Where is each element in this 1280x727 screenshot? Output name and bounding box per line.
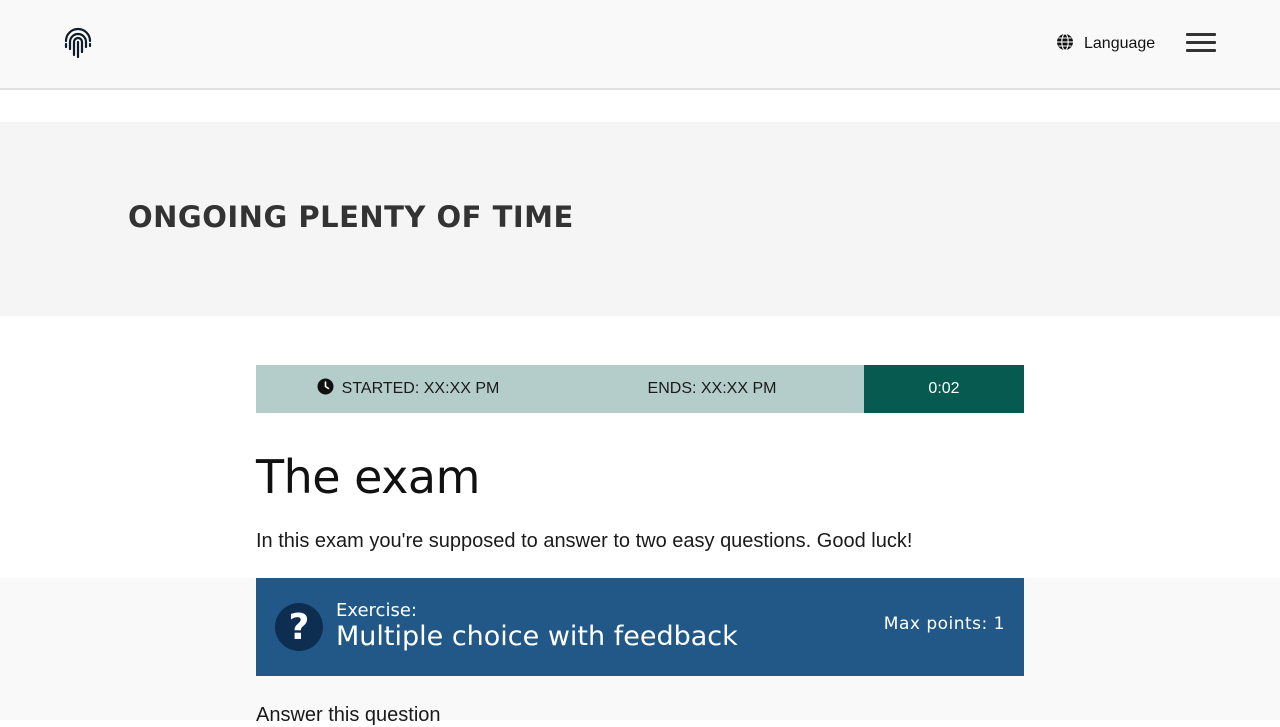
page-title: ONGOING PLENTY OF TIME <box>128 200 574 234</box>
globe-icon <box>1056 32 1074 56</box>
started-time: STARTED: XX:XX PM <box>256 378 560 400</box>
clock-icon <box>317 378 334 400</box>
countdown-timer: 0:02 <box>864 365 1024 413</box>
exam-title: The exam <box>256 450 480 504</box>
exam-description: In this exam you're supposed to answer t… <box>256 530 913 552</box>
fingerprint-icon[interactable] <box>62 27 94 59</box>
timer-info: STARTED: XX:XX PM ENDS: XX:XX PM <box>256 365 864 413</box>
ends-time: ENDS: XX:XX PM <box>647 380 777 397</box>
language-selector[interactable]: Language <box>1056 32 1155 56</box>
exam-timer-bar: STARTED: XX:XX PM ENDS: XX:XX PM 0:02 <box>256 365 1024 413</box>
started-label: STARTED: XX:XX PM <box>341 380 500 397</box>
top-navbar: Language <box>0 0 1280 90</box>
hamburger-menu-icon[interactable] <box>1186 33 1216 53</box>
exercise-header: ? Exercise: Multiple choice with feedbac… <box>256 578 1024 676</box>
exercise-label: Exercise: <box>336 600 417 621</box>
max-points: Max points: 1 <box>883 614 1005 634</box>
question-prompt: Answer this question <box>256 704 441 726</box>
language-label: Language <box>1084 35 1156 52</box>
question-mark-icon: ? <box>275 603 323 651</box>
exercise-name: Multiple choice with feedback <box>336 621 738 652</box>
hero-banner: ONGOING PLENTY OF TIME <box>0 122 1280 316</box>
